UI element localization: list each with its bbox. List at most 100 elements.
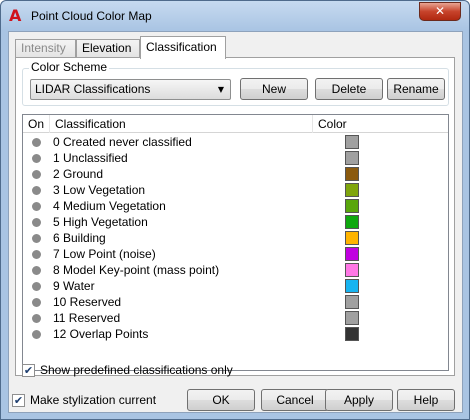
table-row[interactable]: 3 Low Vegetation <box>23 182 448 198</box>
autocad-a-icon: A <box>9 6 22 25</box>
color-scheme-group: Color Scheme LIDAR Classifications ▼ New… <box>22 60 449 106</box>
tab-intensity: Intensity <box>15 39 76 58</box>
visibility-toggle-icon[interactable] <box>32 266 41 275</box>
visibility-toggle-icon[interactable] <box>32 314 41 323</box>
color-swatch[interactable] <box>345 295 359 309</box>
tab-classification[interactable]: Classification <box>140 36 226 59</box>
tab-elevation[interactable]: Elevation <box>76 39 140 58</box>
classification-label: 5 High Vegetation <box>53 215 148 229</box>
grid-header: On Classification Color <box>23 115 448 133</box>
table-row[interactable]: 1 Unclassified <box>23 150 448 166</box>
delete-button[interactable]: Delete <box>315 78 383 100</box>
color-swatch[interactable] <box>345 167 359 181</box>
classification-label: 12 Overlap Points <box>53 327 149 341</box>
visibility-toggle-icon[interactable] <box>32 298 41 307</box>
visibility-toggle-icon[interactable] <box>32 330 41 339</box>
classification-grid[interactable]: On Classification Color 0 Created never … <box>22 114 449 371</box>
color-swatch[interactable] <box>345 183 359 197</box>
table-row[interactable]: 4 Medium Vegetation <box>23 198 448 214</box>
visibility-toggle-icon[interactable] <box>32 138 41 147</box>
chevron-down-icon: ▼ <box>217 85 224 94</box>
show-predefined-label: Show predefined classifications only <box>40 363 233 377</box>
help-button[interactable]: Help <box>397 389 455 411</box>
classification-label: 7 Low Point (noise) <box>53 247 156 261</box>
title-bar[interactable]: A Point Cloud Color Map ✕ <box>1 1 469 31</box>
color-swatch[interactable] <box>345 215 359 229</box>
column-header-classification[interactable]: Classification <box>50 115 313 133</box>
column-color-label: Color <box>318 117 347 131</box>
make-current-label: Make stylization current <box>30 393 157 407</box>
tab-intensity-label: Intensity <box>21 41 66 55</box>
close-icon: ✕ <box>434 4 446 18</box>
classification-label: 9 Water <box>53 279 95 293</box>
table-row[interactable]: 2 Ground <box>23 166 448 182</box>
classification-label: 1 Unclassified <box>53 151 128 165</box>
color-swatch[interactable] <box>345 231 359 245</box>
table-row[interactable]: 0 Created never classified <box>23 134 448 150</box>
color-swatch[interactable] <box>345 311 359 325</box>
ok-button-label: OK <box>212 393 230 407</box>
new-button-label: New <box>261 82 286 96</box>
help-button-label: Help <box>413 393 439 407</box>
visibility-toggle-icon[interactable] <box>32 202 41 211</box>
ok-button[interactable]: OK <box>187 389 255 411</box>
column-classification-label: Classification <box>55 117 126 131</box>
grid-body: 0 Created never classified 1 Unclassified… <box>23 134 448 342</box>
delete-button-label: Delete <box>331 82 367 96</box>
dialog-client-area: Intensity Elevation Classification Color… <box>8 31 463 413</box>
table-row[interactable]: 7 Low Point (noise) <box>23 246 448 262</box>
make-current-option[interactable]: ✔ Make stylization current <box>12 392 182 408</box>
visibility-toggle-icon[interactable] <box>32 170 41 179</box>
visibility-toggle-icon[interactable] <box>32 282 41 291</box>
column-header-color[interactable]: Color <box>313 115 448 133</box>
color-swatch[interactable] <box>345 279 359 293</box>
show-predefined-option[interactable]: ✔ Show predefined classifications only <box>22 362 282 378</box>
color-swatch[interactable] <box>345 151 359 165</box>
dialog-title: Point Cloud Color Map <box>31 9 152 23</box>
cancel-button[interactable]: Cancel <box>261 389 329 411</box>
table-row[interactable]: 10 Reserved <box>23 294 448 310</box>
color-swatch[interactable] <box>345 135 359 149</box>
make-current-checkbox[interactable]: ✔ <box>12 394 25 407</box>
classification-label: 2 Ground <box>53 167 104 181</box>
color-swatch[interactable] <box>345 263 359 277</box>
dialog-window: A Point Cloud Color Map ✕ Intensity Elev… <box>0 0 470 420</box>
color-swatch[interactable] <box>345 327 359 341</box>
visibility-toggle-icon[interactable] <box>32 186 41 195</box>
classification-label: 11 Reserved <box>53 311 121 325</box>
color-scheme-label: Color Scheme <box>29 60 110 74</box>
visibility-toggle-icon[interactable] <box>32 218 41 227</box>
column-on-label: On <box>28 117 45 131</box>
table-row[interactable]: 5 High Vegetation <box>23 214 448 230</box>
classification-panel: Color Scheme LIDAR Classifications ▼ New… <box>15 57 455 376</box>
visibility-toggle-icon[interactable] <box>32 154 41 163</box>
color-scheme-dropdown[interactable]: LIDAR Classifications ▼ <box>30 79 231 100</box>
column-header-on[interactable]: On <box>23 115 50 133</box>
classification-label: 8 Model Key-point (mass point) <box>53 263 220 277</box>
visibility-toggle-icon[interactable] <box>32 250 41 259</box>
table-row[interactable]: 11 Reserved <box>23 310 448 326</box>
new-button[interactable]: New <box>240 78 308 100</box>
apply-button-label: Apply <box>343 393 375 407</box>
close-button[interactable]: ✕ <box>419 2 461 21</box>
color-scheme-value: LIDAR Classifications <box>35 82 151 96</box>
classification-label: 6 Building <box>53 231 106 245</box>
rename-button[interactable]: Rename <box>387 78 445 100</box>
classification-label: 10 Reserved <box>53 295 122 309</box>
visibility-toggle-icon[interactable] <box>32 234 41 243</box>
tab-classification-label: Classification <box>146 40 217 54</box>
apply-button[interactable]: Apply <box>325 389 393 411</box>
show-predefined-checkbox[interactable]: ✔ <box>22 364 35 377</box>
table-row[interactable]: 12 Overlap Points <box>23 326 448 342</box>
classification-label: 0 Created never classified <box>53 135 192 149</box>
classification-label: 4 Medium Vegetation <box>53 199 166 213</box>
table-row[interactable]: 9 Water <box>23 278 448 294</box>
cancel-button-label: Cancel <box>276 393 314 407</box>
color-swatch[interactable] <box>345 199 359 213</box>
table-row[interactable]: 8 Model Key-point (mass point) <box>23 262 448 278</box>
tab-elevation-label: Elevation <box>82 41 132 55</box>
classification-label: 3 Low Vegetation <box>53 183 146 197</box>
rename-button-label: Rename <box>393 82 439 96</box>
color-swatch[interactable] <box>345 247 359 261</box>
table-row[interactable]: 6 Building <box>23 230 448 246</box>
